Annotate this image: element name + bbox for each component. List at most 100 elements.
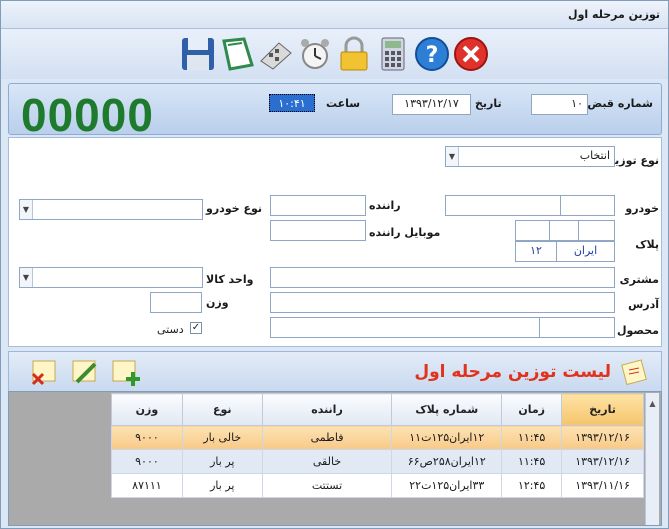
- cell-date: ۱۳۹۳/۱۲/۱۶: [561, 449, 644, 474]
- delete-record-button[interactable]: [29, 356, 61, 388]
- cell-type: پر بار: [181, 449, 263, 474]
- chevron-down-icon: ▼: [446, 147, 459, 166]
- cell-plate: ۱۲ایران۲۵۸ص۶۶: [391, 449, 503, 474]
- unit-select[interactable]: ▼: [19, 267, 203, 288]
- vehicle-code-input[interactable]: [560, 195, 615, 216]
- time-input[interactable]: ۱۰:۴۱: [269, 94, 315, 112]
- cell-weight: ۹۰۰۰: [111, 449, 183, 474]
- weighing-type-select[interactable]: ▼ انتخاب: [445, 146, 615, 167]
- edit-record-button[interactable]: [69, 356, 101, 388]
- toolbar: ?: [1, 29, 668, 79]
- new-record-button[interactable]: [218, 35, 256, 73]
- customer-label: مشتری: [619, 273, 659, 286]
- driver-mobile-label: موبایل راننده: [369, 226, 441, 239]
- chevron-down-icon: ▼: [20, 200, 33, 219]
- driver-input[interactable]: [270, 195, 366, 216]
- column-header-plate[interactable]: شماره پلاک: [391, 393, 503, 426]
- driver-label: راننده: [369, 199, 401, 212]
- chevron-down-icon: ▼: [20, 268, 33, 287]
- plate-country-field: ایران: [556, 241, 615, 262]
- vertical-scrollbar[interactable]: ▲: [645, 393, 659, 525]
- driver-mobile-input[interactable]: [270, 220, 366, 241]
- product-code-input[interactable]: [539, 317, 615, 338]
- weight-counter: 00000: [21, 89, 154, 141]
- grid-title: لیست توزین مرحله اول: [414, 362, 611, 382]
- cell-driver: خالقی: [261, 449, 393, 474]
- plate-part-3-input[interactable]: [578, 220, 615, 241]
- form-panel: نوع توزین ▼ انتخاب خودرو نوع خودرو ▼ ران…: [8, 137, 662, 347]
- delete-icon: [31, 360, 56, 386]
- save-button[interactable]: [179, 35, 217, 73]
- notepad-icon: [621, 359, 647, 386]
- title-bar: توزین مرحله اول: [1, 1, 668, 29]
- date-input[interactable]: ۱۳۹۳/۱۲/۱۷: [392, 94, 471, 115]
- alarm-clock-icon: [301, 39, 329, 69]
- add-record-button[interactable]: [109, 356, 141, 388]
- cell-type: خالی بار: [181, 425, 263, 450]
- unit-label: واحد کالا: [206, 273, 254, 286]
- calculator-button[interactable]: [257, 35, 295, 73]
- cell-weight: ۸۷۱۱۱: [111, 473, 183, 498]
- customer-input[interactable]: [270, 267, 615, 288]
- add-icon: [112, 360, 140, 386]
- main-window: توزین مرحله اول ? 00000 شماره قبض ۱۰ تار…: [0, 0, 669, 529]
- cell-plate: ۳۳ایران۱۲۵ت۲۲: [391, 473, 503, 498]
- save-icon: [182, 38, 214, 70]
- cell-weight: ۹۰۰۰: [111, 425, 183, 450]
- manual-checkbox[interactable]: ✓: [190, 322, 202, 334]
- help-icon: ?: [415, 37, 449, 71]
- column-header-weight[interactable]: وزن: [111, 393, 183, 426]
- cell-time: ۱۱:۴۵: [501, 449, 563, 474]
- lock-button[interactable]: [335, 35, 373, 73]
- vehicle-input[interactable]: [445, 195, 561, 216]
- lock-icon: [340, 36, 368, 71]
- receipt-label: شماره قبض: [587, 97, 653, 110]
- weight-input[interactable]: [150, 292, 202, 313]
- weight-label: وزن: [206, 296, 229, 309]
- plate-part-1-input[interactable]: [515, 220, 550, 241]
- vehicle-type-select[interactable]: ▼: [19, 199, 203, 220]
- plate-part-2-input[interactable]: [549, 220, 579, 241]
- column-header-time[interactable]: زمان: [501, 393, 563, 426]
- close-button[interactable]: [452, 35, 490, 73]
- table-row[interactable]: ۱۳۹۳/۱۲/۱۶ ۱۱:۴۵ ۱۲ایران۲۵۸ص۶۶ خالقی پر …: [111, 449, 644, 474]
- calculator-device-button[interactable]: [374, 35, 412, 73]
- column-header-date[interactable]: تاریخ: [561, 393, 644, 426]
- weighing-list-grid: تاریخ زمان شماره پلاک راننده نوع وزن ۱۳۹…: [8, 391, 662, 526]
- edit-icon: [72, 360, 97, 384]
- help-button[interactable]: ?: [413, 35, 451, 73]
- header-panel: 00000 شماره قبض ۱۰ تاریخ ۱۳۹۳/۱۲/۱۷ ساعت…: [8, 83, 662, 141]
- column-header-driver[interactable]: راننده: [261, 393, 393, 426]
- plate-code-input[interactable]: ۱۲: [515, 241, 557, 262]
- product-label: محصول: [616, 324, 659, 337]
- close-icon: [454, 37, 488, 71]
- vehicle-type-label: نوع خودرو: [206, 202, 263, 215]
- chevron-up-icon[interactable]: ▲: [646, 399, 659, 408]
- window-title: توزین مرحله اول: [568, 8, 660, 21]
- cell-type: پر بار: [181, 473, 263, 498]
- manual-label: دستی: [157, 323, 184, 336]
- calculator-device-icon: [381, 37, 405, 71]
- weighing-table: تاریخ زمان شماره پلاک راننده نوع وزن ۱۳۹…: [111, 393, 644, 498]
- new-document-icon: [222, 37, 254, 71]
- svg-text:?: ?: [426, 43, 439, 68]
- cell-date: ۱۳۹۳/۱۲/۱۶: [561, 425, 644, 450]
- time-label: ساعت: [326, 97, 361, 110]
- receipt-input[interactable]: ۱۰: [531, 94, 588, 115]
- address-input[interactable]: [270, 292, 615, 313]
- cell-driver: فاطمی: [261, 425, 393, 450]
- table-row[interactable]: ۱۳۹۳/۱۱/۱۶ ۱۲:۴۵ ۳۳ایران۱۲۵ت۲۲ تستتت پر …: [111, 473, 644, 498]
- product-input[interactable]: [270, 317, 540, 338]
- grid-toolbar: لیست توزین مرحله اول: [8, 351, 662, 391]
- cell-plate: ۱۲ایران۱۲۵ت۱۱: [391, 425, 503, 450]
- weighing-type-value: انتخاب: [579, 149, 610, 162]
- cell-time: ۱۱:۴۵: [501, 425, 563, 450]
- calculator-icon: [260, 42, 292, 70]
- cell-driver: تستتت: [261, 473, 393, 498]
- alarm-button[interactable]: [296, 35, 334, 73]
- table-row[interactable]: ۱۳۹۳/۱۲/۱۶ ۱۱:۴۵ ۱۲ایران۱۲۵ت۱۱ فاطمی خال…: [111, 425, 644, 450]
- cell-time: ۱۲:۴۵: [501, 473, 563, 498]
- column-header-type[interactable]: نوع: [181, 393, 263, 426]
- plate-label: پلاک: [635, 238, 659, 251]
- address-label: آدرس: [628, 298, 659, 311]
